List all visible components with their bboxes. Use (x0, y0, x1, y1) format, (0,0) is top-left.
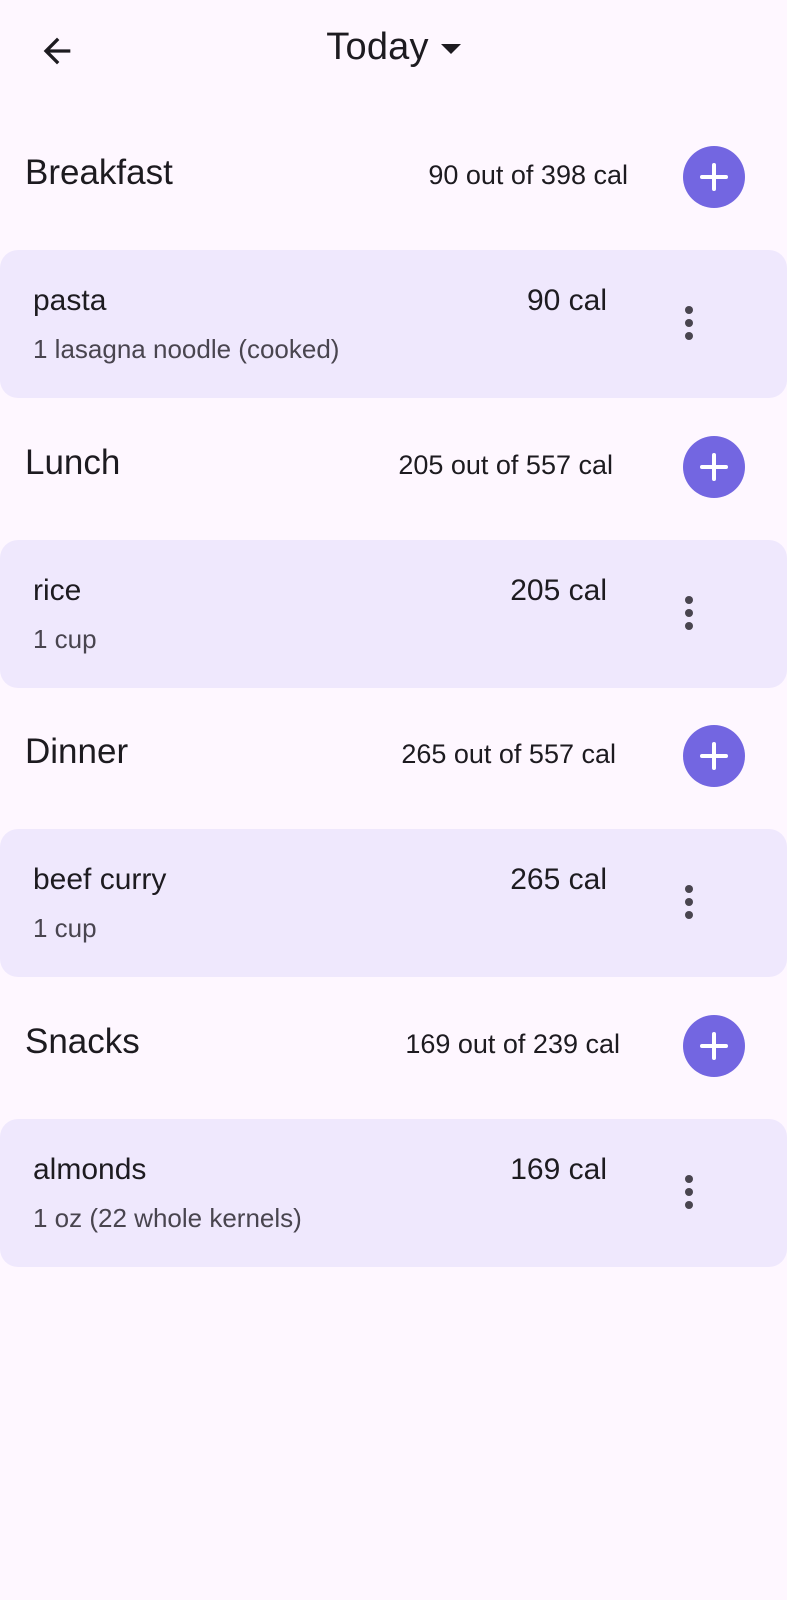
add-food-button[interactable] (683, 1015, 745, 1077)
food-serving: 1 cup (33, 624, 97, 654)
meal-title: Snacks (25, 1022, 140, 1061)
more-vert-icon-dot (685, 332, 693, 340)
food-calories: 205 cal (510, 574, 607, 607)
food-item-card[interactable]: pasta 1 lasagna noodle (cooked) 90 cal (0, 250, 787, 398)
more-options-button[interactable] (664, 585, 714, 641)
food-item-card[interactable]: beef curry 1 cup 265 cal (0, 829, 787, 977)
more-options-button[interactable] (664, 874, 714, 930)
food-name: rice (33, 574, 82, 607)
app-bar: Today (0, 0, 787, 100)
meal-header: Snacks 169 out of 239 cal (0, 995, 787, 1095)
food-calories: 169 cal (510, 1153, 607, 1186)
food-serving: 1 lasagna noodle (cooked) (33, 334, 340, 364)
meal-calorie-summary: 265 out of 557 cal (401, 739, 616, 769)
plus-icon (700, 453, 728, 481)
meal-calorie-summary: 205 out of 557 cal (398, 450, 613, 480)
more-vert-icon-dot (685, 1188, 693, 1196)
more-vert-icon (685, 1175, 693, 1183)
food-calories: 265 cal (510, 863, 607, 896)
more-vert-icon-dot (685, 911, 693, 919)
food-serving: 1 cup (33, 913, 97, 943)
more-options-button[interactable] (664, 295, 714, 351)
meal-title: Breakfast (25, 153, 173, 192)
meal-calorie-summary: 90 out of 398 cal (428, 160, 628, 190)
add-food-button[interactable] (683, 436, 745, 498)
food-name: almonds (33, 1153, 147, 1186)
food-name: beef curry (33, 863, 167, 896)
more-vert-icon (685, 306, 693, 314)
plus-icon (700, 1032, 728, 1060)
more-vert-icon-dot (685, 319, 693, 327)
meal-header: Dinner 265 out of 557 cal (0, 705, 787, 805)
meal-section-lunch: Lunch 205 out of 557 cal rice 1 cup 205 … (0, 416, 787, 712)
arrow-drop-down-icon (440, 43, 461, 54)
food-name: pasta (33, 284, 107, 317)
food-serving: 1 oz (22 whole kernels) (33, 1203, 302, 1233)
plus-icon (700, 742, 728, 770)
meal-section-breakfast: Breakfast 90 out of 398 cal pasta 1 lasa… (0, 126, 787, 422)
meal-title: Dinner (25, 732, 129, 771)
more-vert-icon (685, 885, 693, 893)
page-title: Today (326, 26, 429, 68)
more-vert-icon-dot (685, 609, 693, 617)
meal-title: Lunch (25, 443, 121, 482)
more-vert-icon (685, 596, 693, 604)
plus-icon (700, 163, 728, 191)
food-item-card[interactable]: rice 1 cup 205 cal (0, 540, 787, 688)
add-food-button[interactable] (683, 146, 745, 208)
add-food-button[interactable] (683, 725, 745, 787)
meal-header: Breakfast 90 out of 398 cal (0, 126, 787, 226)
food-item-card[interactable]: almonds 1 oz (22 whole kernels) 169 cal (0, 1119, 787, 1267)
more-vert-icon-dot (685, 898, 693, 906)
meal-header: Lunch 205 out of 557 cal (0, 416, 787, 516)
meal-calorie-summary: 169 out of 239 cal (405, 1029, 620, 1059)
date-selector[interactable]: Today (0, 26, 787, 69)
meal-section-dinner: Dinner 265 out of 557 cal beef curry 1 c… (0, 705, 787, 1001)
more-vert-icon-dot (685, 1201, 693, 1209)
more-vert-icon-dot (685, 622, 693, 630)
food-calories: 90 cal (526, 284, 607, 317)
meal-section-snacks: Snacks 169 out of 239 cal almonds 1 oz (… (0, 995, 787, 1291)
more-options-button[interactable] (664, 1164, 714, 1220)
